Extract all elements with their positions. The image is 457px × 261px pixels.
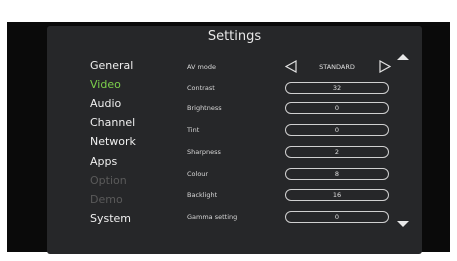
backlight-value[interactable]: 16 — [285, 189, 389, 201]
menu-item-video[interactable]: Video — [90, 78, 121, 91]
av-mode-value: STANDARD — [319, 63, 355, 71]
contrast-value[interactable]: 32 — [285, 82, 389, 94]
menu-item-audio[interactable]: Audio — [90, 97, 121, 110]
sharpness-value[interactable]: 2 — [285, 146, 389, 158]
menu-item-general[interactable]: General — [90, 59, 133, 72]
menu-item-apps[interactable]: Apps — [90, 155, 117, 168]
menu-item-channel[interactable]: Channel — [90, 116, 135, 129]
setting-label-gamma: Gamma setting — [187, 213, 238, 221]
menu-item-option: Option — [90, 174, 127, 187]
setting-label-contrast: Contrast — [187, 84, 215, 92]
menu-item-network[interactable]: Network — [90, 135, 136, 148]
triangle-left-icon[interactable] — [285, 60, 297, 73]
scroll-down-icon[interactable] — [397, 221, 409, 227]
tint-value[interactable]: 0 — [285, 124, 389, 136]
setting-label-backlight: Backlight — [187, 191, 218, 199]
settings-panel: Settings General Video Audio Channel Net… — [47, 26, 422, 254]
menu-item-system[interactable]: System — [90, 212, 131, 225]
colour-value[interactable]: 8 — [285, 168, 389, 180]
setting-label-tint: Tint — [187, 126, 200, 134]
gamma-setting-value[interactable]: 0 — [285, 211, 389, 223]
setting-label-brightness: Brightness — [187, 104, 222, 112]
panel-title: Settings — [207, 29, 262, 44]
scroll-up-icon[interactable] — [397, 54, 409, 60]
triangle-right-icon[interactable] — [379, 60, 391, 73]
brightness-value[interactable]: 0 — [285, 102, 389, 114]
av-mode-label: AV mode — [187, 63, 216, 71]
menu-item-demo: Demo — [90, 193, 123, 206]
setting-label-colour: Colour — [187, 170, 209, 178]
setting-label-sharpness: Sharpness — [187, 148, 221, 156]
